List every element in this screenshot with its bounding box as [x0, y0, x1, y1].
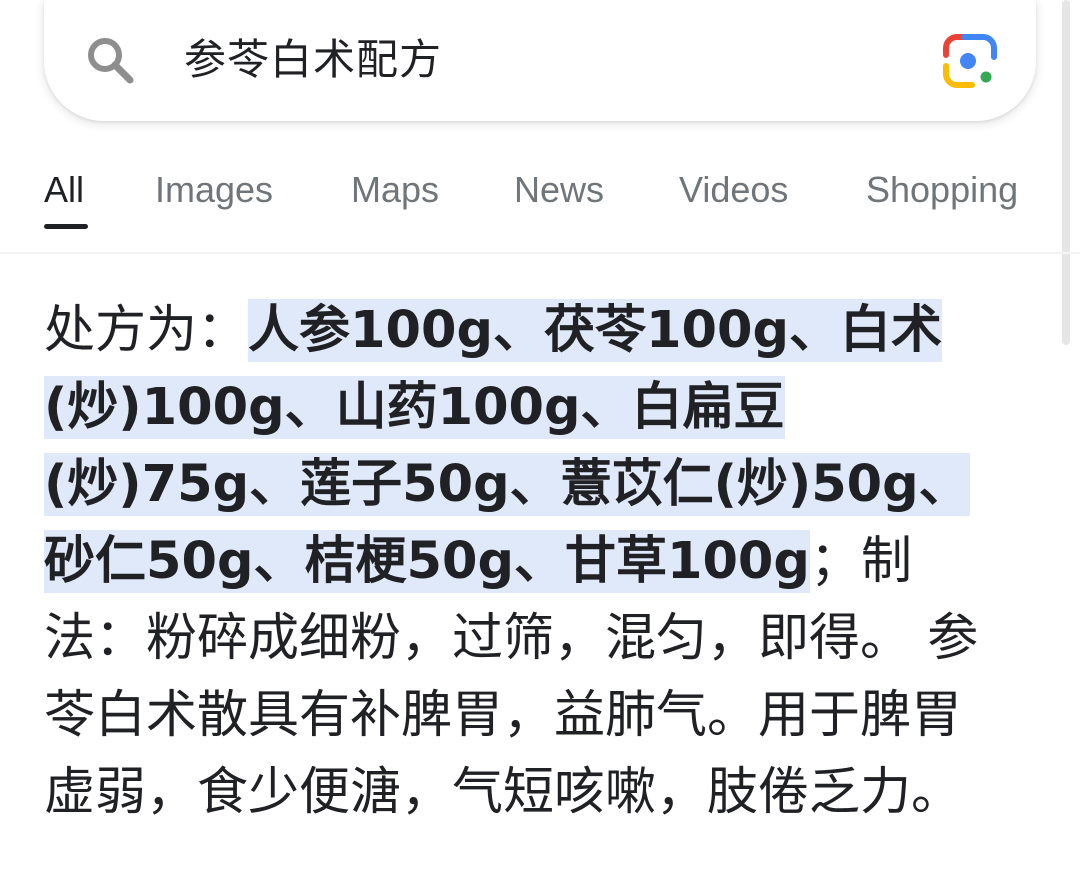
search-bar[interactable]: 参苓白术配方	[44, 0, 1036, 121]
search-tabs: All Images Maps News Videos Shopping	[0, 140, 1080, 254]
search-icon[interactable]	[84, 34, 136, 86]
featured-snippet: 处方为：人参100g、茯苓100g、白术(炒)100g、山药100g、白扁豆(炒…	[44, 292, 1004, 831]
tab-videos[interactable]: Videos	[679, 168, 788, 212]
google-lens-icon[interactable]	[942, 33, 998, 89]
tab-images[interactable]: Images	[155, 168, 273, 212]
snippet-prefix: 处方为：	[44, 301, 249, 360]
search-input[interactable]: 参苓白术配方	[184, 30, 442, 90]
tab-all[interactable]: All	[44, 168, 84, 212]
active-tab-indicator	[44, 224, 88, 229]
tab-news[interactable]: News	[514, 168, 604, 212]
tab-shopping[interactable]: Shopping	[866, 168, 1018, 212]
tab-maps[interactable]: Maps	[351, 168, 439, 212]
